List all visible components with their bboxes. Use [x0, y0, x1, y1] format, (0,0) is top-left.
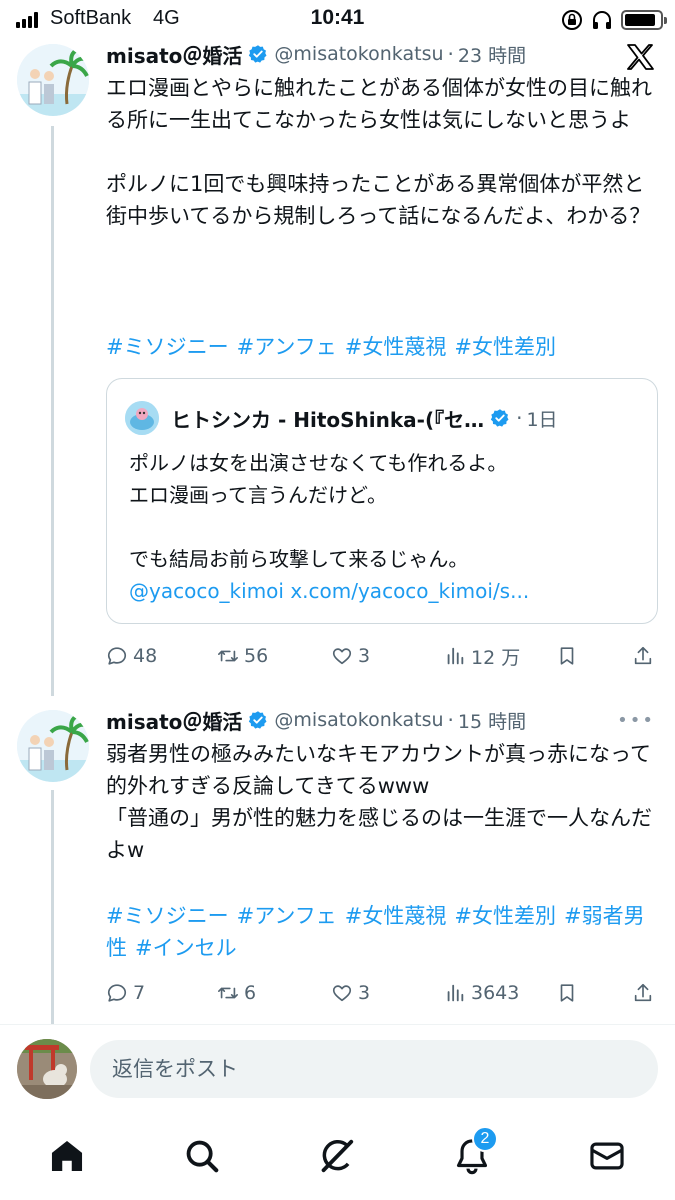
bookmark-icon	[560, 984, 574, 1002]
display-name[interactable]: misato＠婚活	[106, 706, 242, 735]
like-button[interactable]: 3	[331, 641, 370, 671]
reply-bar	[0, 1024, 675, 1112]
retweet-icon	[218, 987, 238, 999]
reply-button[interactable]: 48	[106, 641, 157, 671]
handle[interactable]: @misatokonkatsu	[274, 43, 443, 65]
retweet-button[interactable]: 56	[217, 641, 268, 671]
verified-icon	[249, 711, 267, 729]
tweet-actions: 7 6 3 3643	[106, 978, 656, 1008]
display-name[interactable]: misato＠婚活	[106, 40, 242, 69]
quote-tweet[interactable]: ヒトシンカ - HitoShinka-(『セ… · 1日 ポルノは女を出演させな…	[106, 378, 658, 624]
views-count: 12 万	[471, 646, 521, 669]
retweet-count: 6	[244, 982, 257, 1004]
tweet-1[interactable]: misato＠婚活 @misatokonkatsu · 23 時間 エロ漫画とや…	[0, 0, 675, 696]
hashtag-link[interactable]: #女性差別	[454, 904, 556, 928]
views-button[interactable]: 3643	[444, 978, 519, 1008]
quote-text: ポルノは女を出演させなくても作れるよ。 エロ漫画って言うんだけど。 でも結局お前…	[129, 451, 508, 571]
quote-timestamp: 1日	[526, 408, 558, 431]
verified-icon	[249, 45, 267, 63]
hashtag-link[interactable]: #女性蔑視	[345, 335, 447, 359]
thread-line	[51, 126, 54, 696]
reply-button[interactable]: 7	[106, 978, 145, 1008]
hashtag-link[interactable]: #女性差別	[454, 335, 556, 359]
hashtag-link[interactable]: #インセル	[135, 936, 237, 960]
reply-icon	[107, 984, 127, 1002]
views-icon	[447, 984, 464, 1002]
like-count: 3	[358, 645, 371, 667]
more-icon[interactable]: •••	[617, 710, 655, 731]
reply-count: 48	[133, 645, 158, 667]
like-count: 3	[358, 982, 371, 1004]
hashtag-link[interactable]: #アンフェ	[237, 335, 337, 359]
share-icon	[634, 646, 652, 665]
nav-grok[interactable]	[315, 1134, 359, 1178]
home-icon	[51, 1140, 83, 1172]
timestamp[interactable]: 15 時間	[458, 707, 526, 734]
avatar[interactable]	[17, 710, 89, 782]
hashtag-link[interactable]: #アンフェ	[237, 904, 337, 928]
nav-home[interactable]	[45, 1134, 89, 1178]
views-button[interactable]: 12 万	[444, 641, 520, 671]
nav-notifications[interactable]: 2	[450, 1126, 498, 1178]
retweet-count: 56	[244, 645, 269, 667]
share-button[interactable]	[632, 641, 659, 671]
notification-badge: 2	[472, 1126, 498, 1152]
quote-link[interactable]: @yacoco_kimoi x.com/yacoco_kimoi/s...	[129, 575, 639, 607]
timestamp[interactable]: 23 時間	[458, 41, 526, 68]
tweet-text: エロ漫画とやらに触れたことがある個体が女性の目に触れる所に一生出てこなかったら女…	[106, 76, 652, 228]
views-icon	[447, 647, 464, 665]
like-icon	[332, 648, 352, 665]
hashtags: #ミソジニー #アンフェ #女性蔑視 #女性差別 #弱者男性 #インセル	[106, 900, 653, 964]
tweet-actions: 48 56 3 12 万	[106, 641, 656, 671]
share-button[interactable]	[632, 978, 659, 1008]
quote-avatar	[125, 401, 159, 435]
handle[interactable]: @misatokonkatsu	[274, 709, 443, 731]
nav-messages[interactable]	[585, 1134, 629, 1178]
retweet-button[interactable]: 6	[217, 978, 256, 1008]
bottom-nav: 2	[0, 1112, 675, 1200]
bookmark-button[interactable]	[556, 641, 583, 671]
bookmark-icon	[560, 647, 574, 665]
messages-icon	[590, 1142, 624, 1170]
hashtag-link[interactable]: #女性蔑視	[345, 904, 447, 928]
hashtags: #ミソジニー #アンフェ #女性蔑視 #女性差別	[106, 331, 653, 363]
hashtag-link[interactable]: #ミソジニー	[106, 335, 229, 359]
bookmark-button[interactable]	[556, 978, 583, 1008]
hashtag-link[interactable]: #ミソジニー	[106, 904, 229, 928]
my-avatar[interactable]	[17, 1039, 77, 1099]
reply-input[interactable]	[90, 1040, 658, 1098]
nav-search[interactable]	[180, 1134, 224, 1178]
search-icon	[186, 1140, 219, 1173]
avatar[interactable]	[17, 44, 89, 116]
views-count: 3643	[471, 982, 520, 1004]
retweet-icon	[218, 650, 238, 662]
tweet-2[interactable]: misato＠婚活 @misatokonkatsu · 15 時間 ••• 弱者…	[0, 690, 675, 1024]
thread-line	[51, 790, 54, 1024]
quote-display-name: ヒトシンカ - HitoShinka-(『セ…	[171, 407, 485, 432]
like-icon	[332, 985, 352, 1002]
tweet-text: 弱者男性の極みみたいなキモアカウントが真っ赤になって的外れすぎる反論してきてるw…	[106, 742, 652, 862]
verified-icon	[490, 409, 509, 427]
reply-count: 7	[133, 982, 146, 1004]
grok-icon	[321, 1139, 354, 1173]
like-button[interactable]: 3	[331, 978, 370, 1008]
reply-icon	[107, 647, 127, 665]
share-icon	[634, 983, 652, 1002]
